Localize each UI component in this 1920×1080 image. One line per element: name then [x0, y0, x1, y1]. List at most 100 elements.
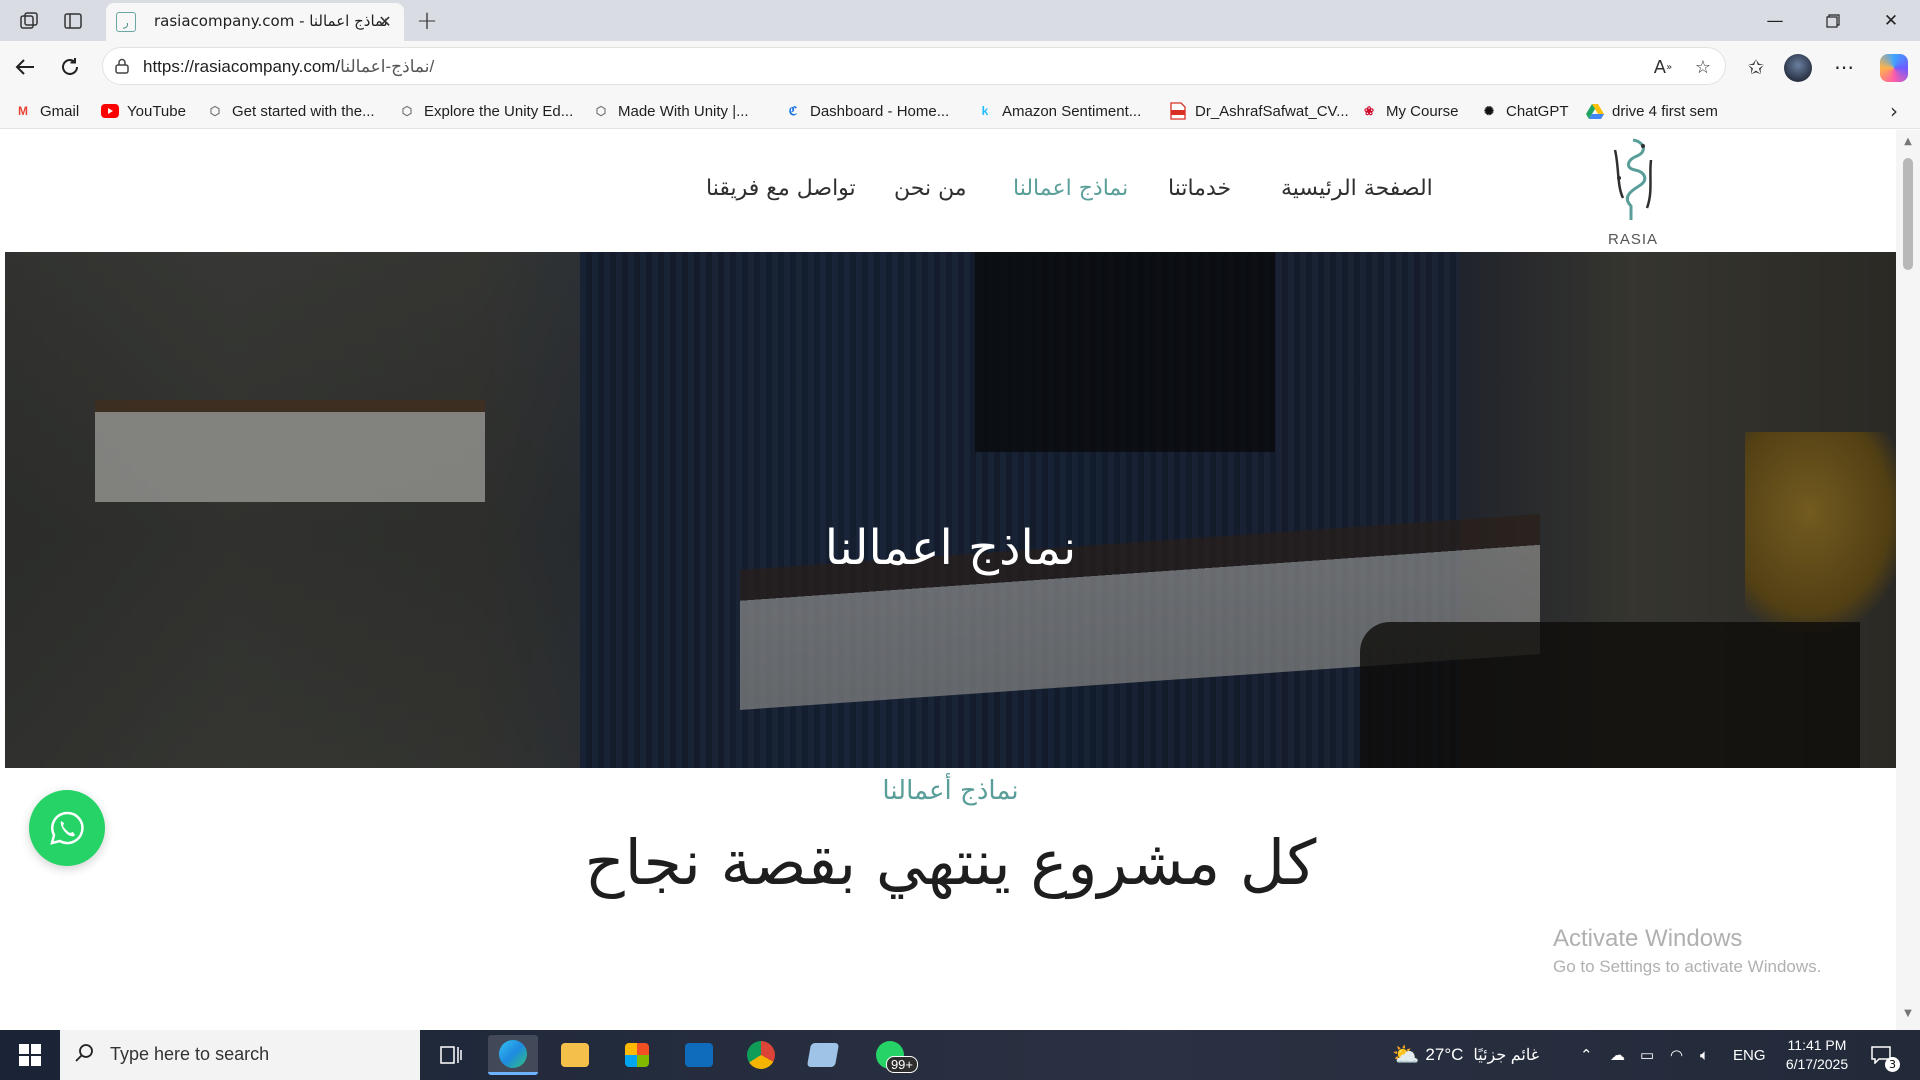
windows-logo-icon: [19, 1044, 41, 1066]
chevron-right-icon[interactable]: ›: [1890, 99, 1898, 123]
site-logo[interactable]: RASIA: [1605, 136, 1661, 248]
partly-cloudy-icon: ⛅: [1392, 1042, 1420, 1067]
bookmark-label: Get started with the...: [232, 102, 375, 120]
edge-app-icon[interactable]: [488, 1035, 538, 1075]
unity-icon: ⬡: [209, 104, 221, 118]
notification-center-icon[interactable]: 3: [1866, 1040, 1900, 1072]
volume-icon[interactable]: 🔈︎: [1700, 1030, 1709, 1080]
bookmark-label: Dashboard - Home...: [810, 102, 950, 120]
more-options-icon[interactable]: ⋯: [1828, 51, 1860, 83]
battery-icon[interactable]: ▭: [1640, 1030, 1654, 1080]
system-clock[interactable]: 11:41 PM 6/17/2025: [1772, 1036, 1862, 1074]
bookmark-label: YouTube: [127, 102, 186, 120]
url-path: نماذج-اعمالنا/: [340, 57, 435, 76]
bookmark-drive[interactable]: drive 4 first sem: [1586, 99, 1718, 123]
close-tab-icon[interactable]: ✕: [374, 10, 396, 32]
bookmark-gmail[interactable]: M Gmail: [14, 99, 79, 123]
tab-title: rasiacompany.com - نماذج اعمالنا: [154, 12, 388, 30]
clock-time: 11:41 PM: [1787, 1037, 1847, 1053]
task-view-icon[interactable]: [426, 1035, 476, 1075]
activate-windows-watermark: Activate Windows Go to Settings to activ…: [1553, 925, 1821, 977]
hero-overlay: [5, 252, 1896, 768]
workspaces-icon[interactable]: [14, 6, 44, 36]
refresh-icon[interactable]: [54, 51, 86, 83]
windows-taskbar: Type here to search 99+ ⛅ 27°C غائم جزئي…: [0, 1030, 1920, 1080]
search-placeholder: Type here to search: [110, 1044, 270, 1064]
taskbar-search[interactable]: Type here to search: [60, 1030, 420, 1080]
dashboard-icon: ℭ: [788, 104, 798, 118]
close-window-icon[interactable]: ✕: [1862, 0, 1920, 41]
language-indicator[interactable]: ENG: [1733, 1030, 1766, 1080]
pdf-icon: [1169, 102, 1187, 120]
new-tab-icon[interactable]: +: [412, 6, 442, 36]
bookmark-label: Explore the Unity Ed...: [424, 102, 574, 120]
vertical-tabs-icon[interactable]: [58, 6, 88, 36]
profile-avatar[interactable]: [1784, 54, 1812, 82]
store-app-icon[interactable]: [612, 1035, 662, 1075]
nav-contact[interactable]: تواصل مع فريقنا: [706, 176, 856, 201]
search-icon: [74, 1043, 94, 1068]
clock-date: 6/17/2025: [1785, 1056, 1849, 1072]
logo-text: RASIA: [1607, 231, 1658, 248]
nav-services[interactable]: خدماتنا: [1168, 176, 1231, 201]
wifi-icon[interactable]: ◠: [1670, 1030, 1683, 1080]
back-icon[interactable]: [9, 51, 41, 83]
youtube-icon: [101, 102, 119, 120]
bookmark-chatgpt[interactable]: ✺ ChatGPT: [1480, 99, 1569, 123]
bookmark-youtube[interactable]: YouTube: [101, 99, 186, 123]
bookmark-label: Amazon Sentiment...: [1002, 102, 1142, 120]
page-scrollbar[interactable]: ▲ ▼: [1896, 130, 1920, 1030]
scroll-up-icon[interactable]: ▲: [1901, 136, 1915, 150]
read-aloud-icon[interactable]: A»: [1651, 55, 1675, 79]
bookmark-label: ChatGPT: [1506, 102, 1569, 120]
browser-toolbar: https://rasiacompany.com/نماذج-اعمالنا/ …: [0, 41, 1920, 93]
address-bar[interactable]: https://rasiacompany.com/نماذج-اعمالنا/ …: [102, 47, 1726, 85]
logo-calligraphy-icon: [1613, 138, 1653, 220]
watermark-line2: Go to Settings to activate Windows.: [1553, 957, 1822, 976]
copilot-icon[interactable]: [1880, 54, 1908, 82]
favorite-star-icon[interactable]: ☆: [1691, 55, 1715, 79]
bookmark-dashboard[interactable]: ℭ Dashboard - Home...: [784, 99, 949, 123]
whatsapp-app-icon[interactable]: 99+: [860, 1035, 920, 1075]
browser-tab-bar: ر rasiacompany.com - نماذج اعمالنا ✕ + —…: [0, 0, 1920, 41]
bookmark-cv-pdf[interactable]: Dr_AshrafSafwat_CV...: [1169, 99, 1349, 123]
restore-icon[interactable]: [1804, 0, 1862, 41]
hero-banner: نماذج اعمالنا: [5, 252, 1896, 768]
notes-app-icon[interactable]: [798, 1035, 848, 1075]
weather-text: غائم جزئيًا: [1473, 1047, 1540, 1064]
drive-icon: [1586, 102, 1604, 120]
bookmark-unity-get-started[interactable]: ⬡ Get started with the...: [206, 99, 375, 123]
bookmarks-bar: M Gmail YouTube ⬡ Get started with the... …: [0, 93, 1920, 129]
file-explorer-icon[interactable]: [550, 1035, 600, 1075]
whatsapp-unread-badge: 99+: [885, 1056, 918, 1073]
nav-our-work[interactable]: نماذج اعمالنا: [1013, 176, 1128, 201]
scroll-thumb[interactable]: [1903, 158, 1913, 270]
active-tab[interactable]: ر rasiacompany.com - نماذج اعمالنا ✕: [106, 3, 404, 41]
scroll-down-icon[interactable]: ▼: [1901, 1008, 1915, 1022]
huawei-icon: ❀: [1363, 104, 1375, 118]
url-base: https://rasiacompany.com/: [143, 57, 341, 76]
nav-about[interactable]: من نحن: [894, 176, 967, 201]
section-subtitle: نماذج أعمالنا: [882, 776, 1019, 806]
bookmark-amazon-sentiment[interactable]: k Amazon Sentiment...: [976, 99, 1142, 123]
site-info-icon[interactable]: [113, 57, 131, 75]
unity-icon: ⬡: [401, 104, 413, 118]
hero-title: نماذج اعمالنا: [824, 520, 1077, 576]
whatsapp-chat-button[interactable]: [29, 790, 105, 866]
onedrive-icon[interactable]: ☁: [1610, 1030, 1625, 1080]
site-header: RASIA الصفحة الرئيسية خدماتنا نماذج اعما…: [5, 130, 1896, 252]
start-button[interactable]: [0, 1030, 60, 1080]
gmail-icon: M: [18, 104, 28, 118]
outlook-app-icon[interactable]: [674, 1035, 724, 1075]
bookmark-my-course[interactable]: ❀ My Course: [1360, 99, 1459, 123]
tray-overflow-icon[interactable]: ⌃: [1580, 1030, 1593, 1080]
url-text: https://rasiacompany.com/نماذج-اعمالنا/: [143, 57, 434, 77]
bookmark-unity-explore[interactable]: ⬡ Explore the Unity Ed...: [398, 99, 574, 123]
weather-widget[interactable]: ⛅ 27°C غائم جزئيًا: [1392, 1030, 1539, 1080]
bookmark-made-with-unity[interactable]: ⬡ Made With Unity |...: [592, 99, 749, 123]
chrome-app-icon[interactable]: [736, 1035, 786, 1075]
watermark-line1: Activate Windows: [1553, 925, 1743, 952]
minimize-icon[interactable]: —: [1746, 0, 1804, 41]
nav-home[interactable]: الصفحة الرئيسية: [1281, 176, 1433, 201]
favorites-icon[interactable]: ✩: [1740, 51, 1772, 83]
